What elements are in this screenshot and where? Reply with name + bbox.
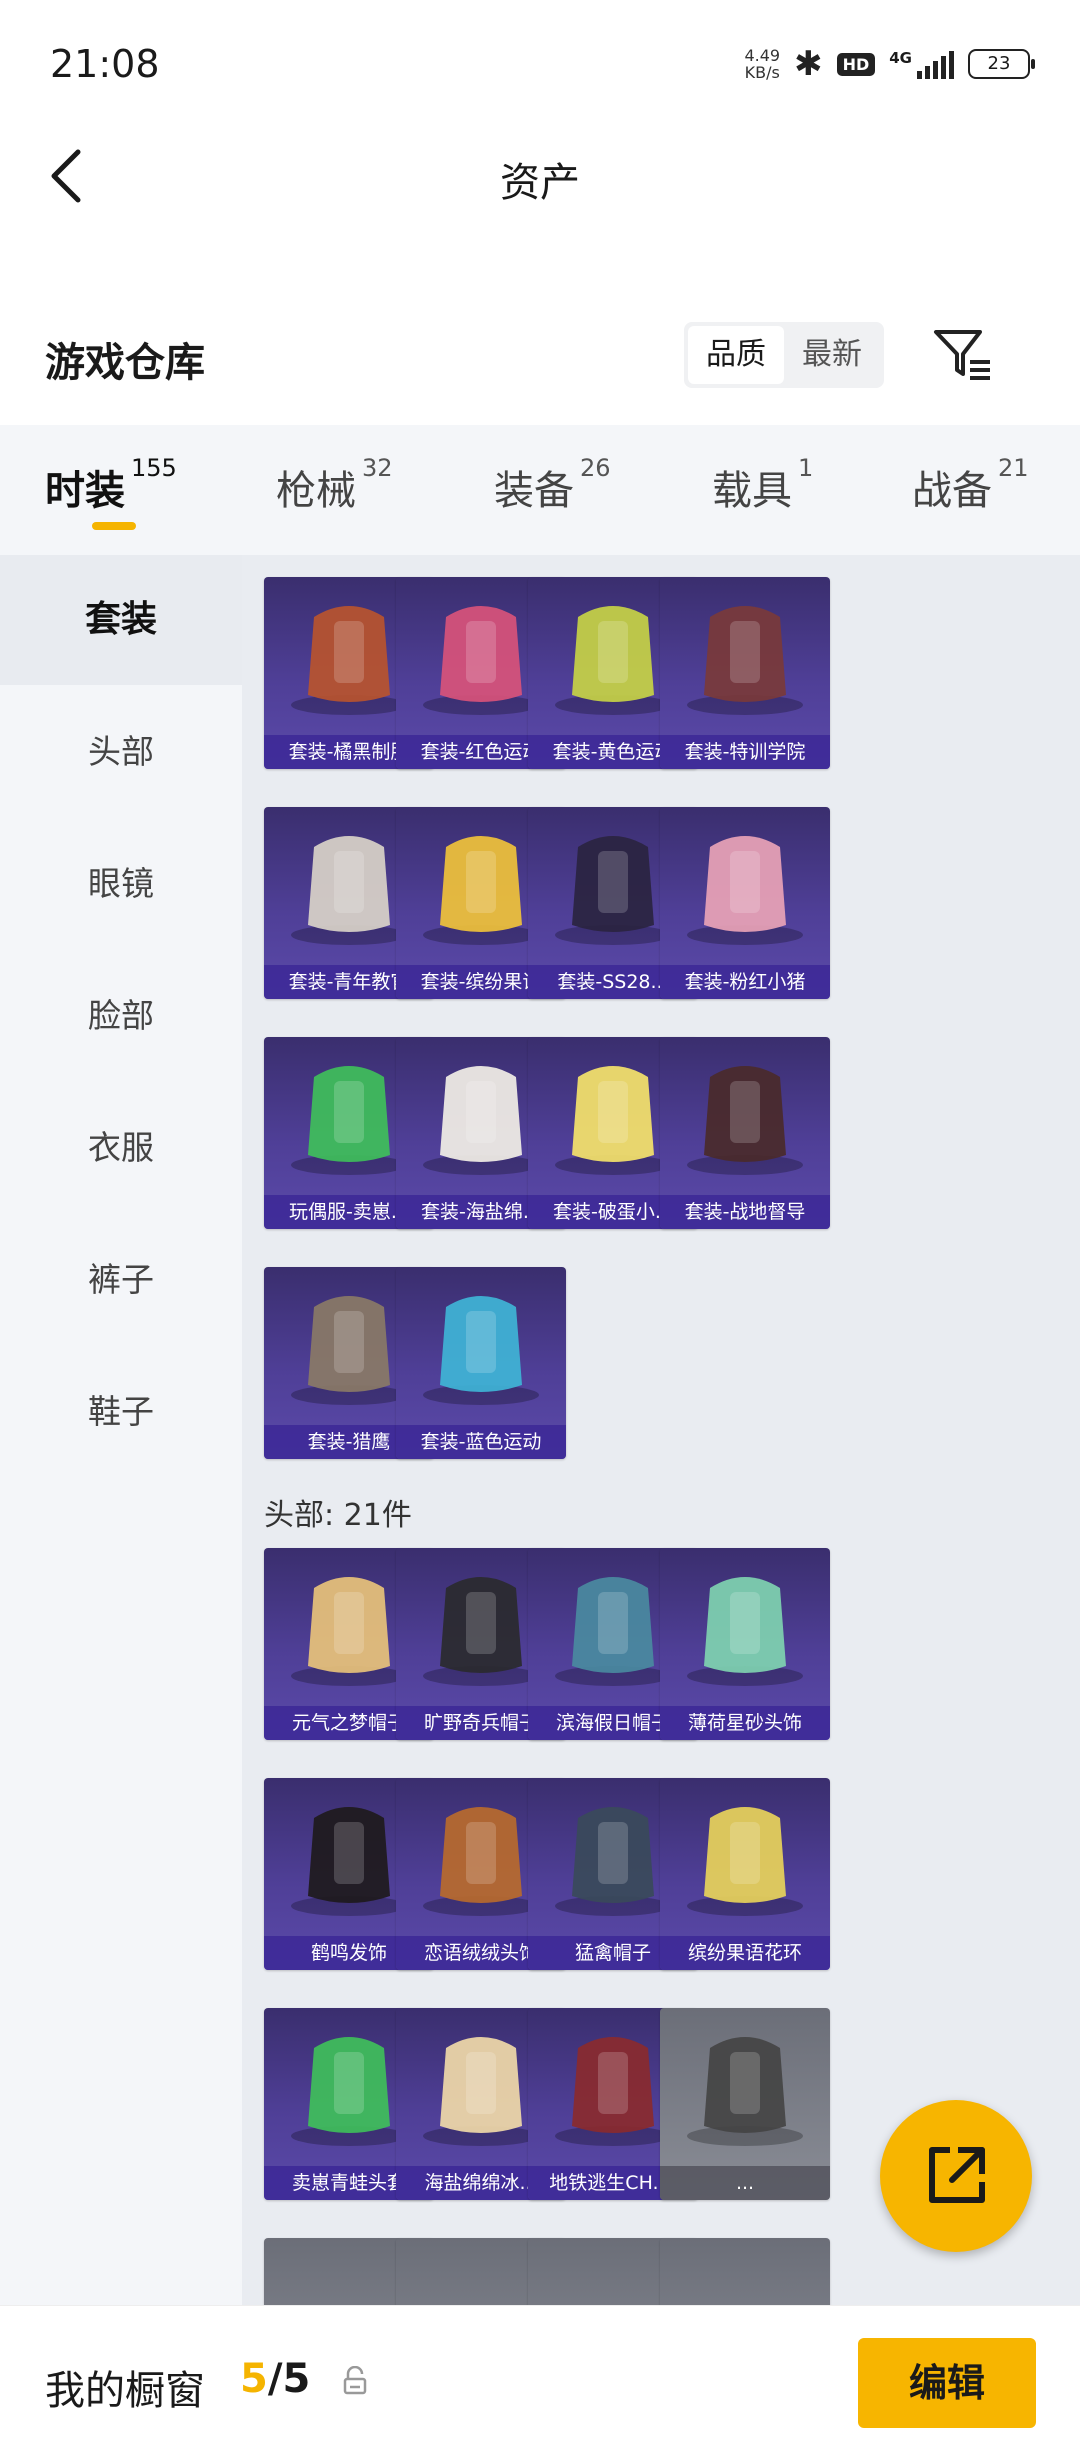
item-card-partial[interactable] — [660, 2238, 830, 2305]
item-image — [423, 1296, 539, 1405]
sidebar-item-glasses[interactable]: 眼镜 — [0, 819, 242, 949]
lock-icon — [343, 2366, 367, 2395]
tab-supplies[interactable]: 战备 21 — [912, 454, 1029, 516]
status-icons: 4.49 KB/s ✱ HD 4G 23 — [744, 44, 1035, 84]
item-card[interactable]: 套装-粉红小猪 — [660, 807, 830, 999]
sidebar-item-head[interactable]: 头部 — [0, 687, 242, 817]
filter-icon[interactable] — [930, 322, 994, 386]
net-speed-unit: KB/s — [744, 63, 780, 82]
hd-badge: HD — [836, 52, 876, 76]
item-card[interactable]: ... — [660, 2008, 830, 2200]
item-label: 套装-蓝色运动 — [396, 1425, 566, 1459]
warehouse-title: 游戏仓库 — [45, 340, 205, 386]
item-image — [687, 606, 803, 715]
item-card[interactable]: 薄荷星砂头饰 — [660, 1548, 830, 1740]
item-label: 套装-粉红小猪 — [660, 965, 830, 999]
bluetooth-icon: ✱ — [794, 44, 823, 84]
item-label: 缤纷果语花环 — [660, 1936, 830, 1970]
tab-fashion[interactable]: 时装 155 — [45, 454, 177, 516]
share-external-icon — [929, 2147, 985, 2203]
item-image — [687, 1577, 803, 1686]
sidebar-item-clothes[interactable]: 衣服 — [0, 1083, 242, 1213]
item-label: 套装-战地督导 — [660, 1195, 830, 1229]
page-title: 资产 — [500, 160, 580, 206]
status-bar: 21:08 4.49 KB/s ✱ HD 4G 23 — [0, 0, 1080, 130]
item-card[interactable]: 套装-蓝色运动 — [396, 1267, 566, 1459]
status-time: 21:08 — [50, 42, 160, 86]
tab-guns[interactable]: 枪械 32 — [276, 454, 393, 516]
item-card[interactable]: 套装-战地督导 — [660, 1037, 830, 1229]
sidebar-item-face[interactable]: 脸部 — [0, 951, 242, 1081]
sort-quality-button[interactable]: 品质 — [688, 326, 784, 384]
tab-equipment[interactable]: 装备 26 — [494, 454, 611, 516]
item-label: 薄荷星砂头饰 — [660, 1706, 830, 1740]
active-tab-indicator — [92, 522, 136, 530]
network-type: 4G — [889, 49, 912, 67]
share-button[interactable] — [880, 2100, 1032, 2252]
item-image — [687, 1066, 803, 1175]
sidebar-item-pants[interactable]: 裤子 — [0, 1215, 242, 1345]
item-grid: 套装-橘黑制服 套装-红色运动 套装-黄色运动 套装-特训学院 套装-青年教官 套装-缤纷… — [242, 555, 1080, 2305]
sort-toggle: 品质 最新 — [684, 322, 884, 388]
edit-button[interactable]: 编辑 — [858, 2338, 1036, 2428]
item-card[interactable]: 缤纷果语花环 — [660, 1778, 830, 1970]
battery-icon: 23 — [968, 49, 1035, 79]
net-speed: 4.49 KB/s — [744, 47, 780, 81]
item-card[interactable]: 套装-特训学院 — [660, 577, 830, 769]
sidebar-item-suit[interactable]: 套装 — [0, 555, 242, 685]
item-image — [687, 1807, 803, 1916]
sidebar: 套装 头部 眼镜 脸部 衣服 裤子 鞋子 — [0, 555, 242, 2305]
net-speed-value: 4.49 — [744, 46, 781, 65]
item-image — [687, 2037, 803, 2146]
head-group-title: 头部: 21件 — [264, 1498, 412, 1533]
sort-newest-button[interactable]: 最新 — [784, 326, 880, 384]
sidebar-item-shoes[interactable]: 鞋子 — [0, 1347, 242, 1477]
tab-vehicles[interactable]: 载具 1 — [712, 454, 813, 516]
showcase-count: 5/5 — [240, 2356, 311, 2402]
signal-icon: 4G — [889, 49, 954, 79]
item-image — [687, 836, 803, 945]
showcase-label: 我的橱窗 — [45, 2368, 205, 2414]
item-label: ... — [660, 2166, 830, 2200]
item-label: 套装-特训学院 — [660, 735, 830, 769]
